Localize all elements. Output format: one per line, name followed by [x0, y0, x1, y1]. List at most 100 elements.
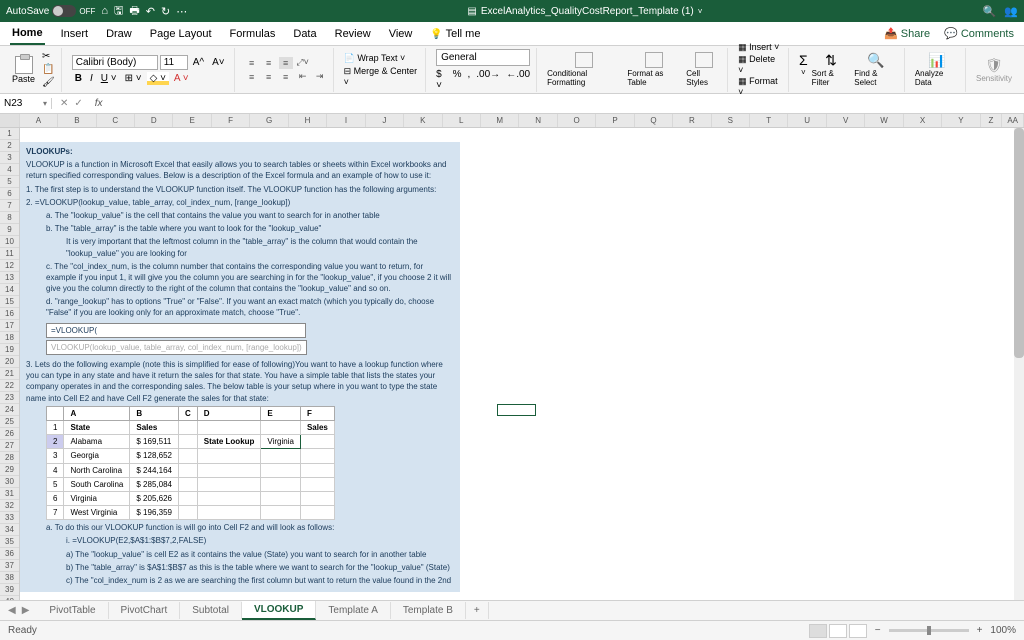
- merge-center-button[interactable]: ⊟ Merge & Center ˅: [344, 66, 419, 87]
- document-title[interactable]: ▤ ExcelAnalytics_QualityCostReport_Templ…: [187, 6, 982, 17]
- column-headers[interactable]: ABCDEFGHIJKLMNOPQRSTUVWXYZAA: [0, 114, 1024, 128]
- align-bot-icon[interactable]: ≡: [279, 57, 293, 69]
- sheet-tab-pivotchart[interactable]: PivotChart: [109, 602, 181, 619]
- excel-icon: ▤: [467, 6, 476, 17]
- row-headers[interactable]: 1234567891011121314151617181920212223242…: [0, 128, 20, 600]
- switch-off-icon[interactable]: [52, 5, 76, 17]
- tab-tellme[interactable]: Tell me: [428, 24, 482, 44]
- paste-button[interactable]: Paste: [12, 56, 35, 84]
- align-mid-icon[interactable]: ≡: [262, 57, 276, 69]
- chevron-down-icon[interactable]: ˅: [698, 7, 703, 16]
- indent-dec-icon[interactable]: ⇤: [296, 71, 310, 83]
- fx-icon[interactable]: fx: [91, 98, 107, 109]
- align-top-icon[interactable]: ≡: [245, 57, 259, 69]
- copy-icon[interactable]: 📋: [42, 64, 55, 75]
- zoom-slider[interactable]: [889, 629, 969, 632]
- format-painter-icon[interactable]: 🖌: [42, 77, 55, 88]
- ribbon: Paste ✂ 📋 🖌 Calibri (Body) 11 A^ A˅ B I …: [0, 46, 1024, 94]
- sort-filter-button[interactable]: ⇅Sort & Filter: [812, 52, 851, 87]
- comma-icon[interactable]: ,: [468, 69, 471, 91]
- tab-insert[interactable]: Insert: [59, 24, 91, 44]
- zoom-level[interactable]: 100%: [990, 625, 1016, 636]
- bold-button[interactable]: B: [72, 72, 85, 85]
- tab-draw[interactable]: Draw: [104, 24, 134, 44]
- sheet-tabs: ◀ ▶ PivotTable PivotChart Subtotal VLOOKU…: [0, 600, 1024, 620]
- view-pagebreak-icon[interactable]: [849, 624, 867, 638]
- border-button[interactable]: ⊞ ˅: [122, 72, 145, 85]
- status-ready: Ready: [8, 625, 37, 636]
- comments-button[interactable]: 💬 Comments: [944, 27, 1014, 40]
- sensitivity-button[interactable]: 🛡Sensitivity: [976, 57, 1012, 83]
- underline-button[interactable]: U ˅: [98, 72, 120, 85]
- tab-data[interactable]: Data: [291, 24, 318, 44]
- sheet-tab-templatea[interactable]: Template A: [316, 602, 390, 619]
- zoom-out-button[interactable]: −: [875, 625, 881, 636]
- align-left-icon[interactable]: ≡: [245, 71, 259, 83]
- view-normal-icon[interactable]: [809, 624, 827, 638]
- tab-next-icon[interactable]: ▶: [22, 605, 30, 616]
- view-pagelayout-icon[interactable]: [829, 624, 847, 638]
- menubar: Home Insert Draw Page Layout Formulas Da…: [0, 22, 1024, 46]
- tab-review[interactable]: Review: [333, 24, 373, 44]
- vertical-scrollbar[interactable]: [1014, 128, 1024, 600]
- font-color-button[interactable]: A ˅: [171, 72, 192, 85]
- indent-inc-icon[interactable]: ⇥: [313, 71, 327, 83]
- format-as-table-button[interactable]: Format as Table: [627, 52, 680, 87]
- fill-color-button[interactable]: ◇ ˅: [147, 72, 169, 85]
- cell-styles-button[interactable]: Cell Styles: [686, 52, 721, 87]
- italic-button[interactable]: I: [87, 72, 96, 85]
- name-box[interactable]: N23: [0, 98, 52, 109]
- home-icon[interactable]: ⌂: [101, 5, 108, 17]
- align-center-icon[interactable]: ≡: [262, 71, 276, 83]
- cut-icon[interactable]: ✂: [42, 51, 55, 62]
- wrap-text-button[interactable]: 📄 Wrap Text ˅: [344, 53, 419, 64]
- print-icon[interactable]: 🖶: [129, 2, 139, 21]
- tab-prev-icon[interactable]: ◀: [8, 605, 16, 616]
- autosum-button[interactable]: Σ˅: [799, 52, 808, 87]
- add-sheet-button[interactable]: +: [466, 602, 489, 619]
- undo-icon[interactable]: ↶: [146, 5, 155, 18]
- conditional-formatting-button[interactable]: Conditional Formatting: [547, 52, 621, 87]
- more-icon[interactable]: ⋯: [176, 5, 187, 18]
- statusbar: Ready − + 100%: [0, 620, 1024, 640]
- tab-home[interactable]: Home: [10, 23, 45, 45]
- sheet-tab-templateb[interactable]: Template B: [391, 602, 466, 619]
- orientation-icon[interactable]: ⤢˅: [296, 57, 310, 69]
- currency-icon[interactable]: $ ˅: [436, 69, 447, 91]
- sheet-area[interactable]: 1234567891011121314151617181920212223242…: [0, 128, 1024, 600]
- clipboard-icon: [15, 56, 33, 74]
- align-right-icon[interactable]: ≡: [279, 71, 293, 83]
- tab-pagelayout[interactable]: Page Layout: [148, 24, 214, 44]
- tab-formulas[interactable]: Formulas: [228, 24, 278, 44]
- tab-view[interactable]: View: [387, 24, 415, 44]
- delete-cells-button[interactable]: Delete ˅: [738, 54, 782, 75]
- share-button[interactable]: 📤 Share: [884, 27, 930, 40]
- decrease-font-icon[interactable]: A˅: [209, 56, 228, 69]
- font-name-select[interactable]: Calibri (Body): [72, 55, 158, 70]
- analyze-data-button[interactable]: 📊Analyze Data: [915, 52, 959, 87]
- document-content: VLOOKUPs: VLOOKUP is a function in Micro…: [20, 142, 460, 592]
- titlebar: AutoSave OFF ⌂ 🖫 🖶 ↶ ↻ ⋯ ▤ ExcelAnalytic…: [0, 0, 1024, 22]
- save-icon[interactable]: 🖫: [114, 2, 123, 21]
- sheet-tab-pivottable[interactable]: PivotTable: [37, 602, 108, 619]
- inc-decimal-icon[interactable]: .00→: [476, 69, 500, 91]
- increase-font-icon[interactable]: A^: [190, 56, 207, 69]
- selected-cell[interactable]: [497, 404, 536, 416]
- find-select-button[interactable]: 🔍Find & Select: [854, 52, 898, 87]
- number-format-select[interactable]: General: [436, 49, 530, 66]
- search-icon[interactable]: 🔍: [983, 5, 997, 18]
- cancel-formula-icon[interactable]: ✕: [60, 98, 68, 109]
- enter-formula-icon[interactable]: ✓: [74, 98, 82, 109]
- redo-icon[interactable]: ↻: [161, 5, 170, 18]
- sheet-tab-vlookup[interactable]: VLOOKUP: [242, 601, 316, 620]
- autosave-toggle[interactable]: AutoSave OFF: [6, 5, 95, 17]
- font-size-select[interactable]: 11: [160, 55, 188, 70]
- dec-decimal-icon[interactable]: ←.00: [506, 69, 530, 91]
- insert-cells-button[interactable]: Insert ˅: [738, 42, 782, 53]
- sheet-tab-subtotal[interactable]: Subtotal: [180, 602, 242, 619]
- select-all-corner[interactable]: [0, 114, 20, 127]
- percent-icon[interactable]: %: [453, 69, 462, 91]
- share-people-icon[interactable]: 👥: [1004, 5, 1018, 18]
- zoom-in-button[interactable]: +: [977, 625, 983, 636]
- example-table: ABCDEF 1StateSalesSales 2Alabama$ 169,51…: [46, 406, 335, 521]
